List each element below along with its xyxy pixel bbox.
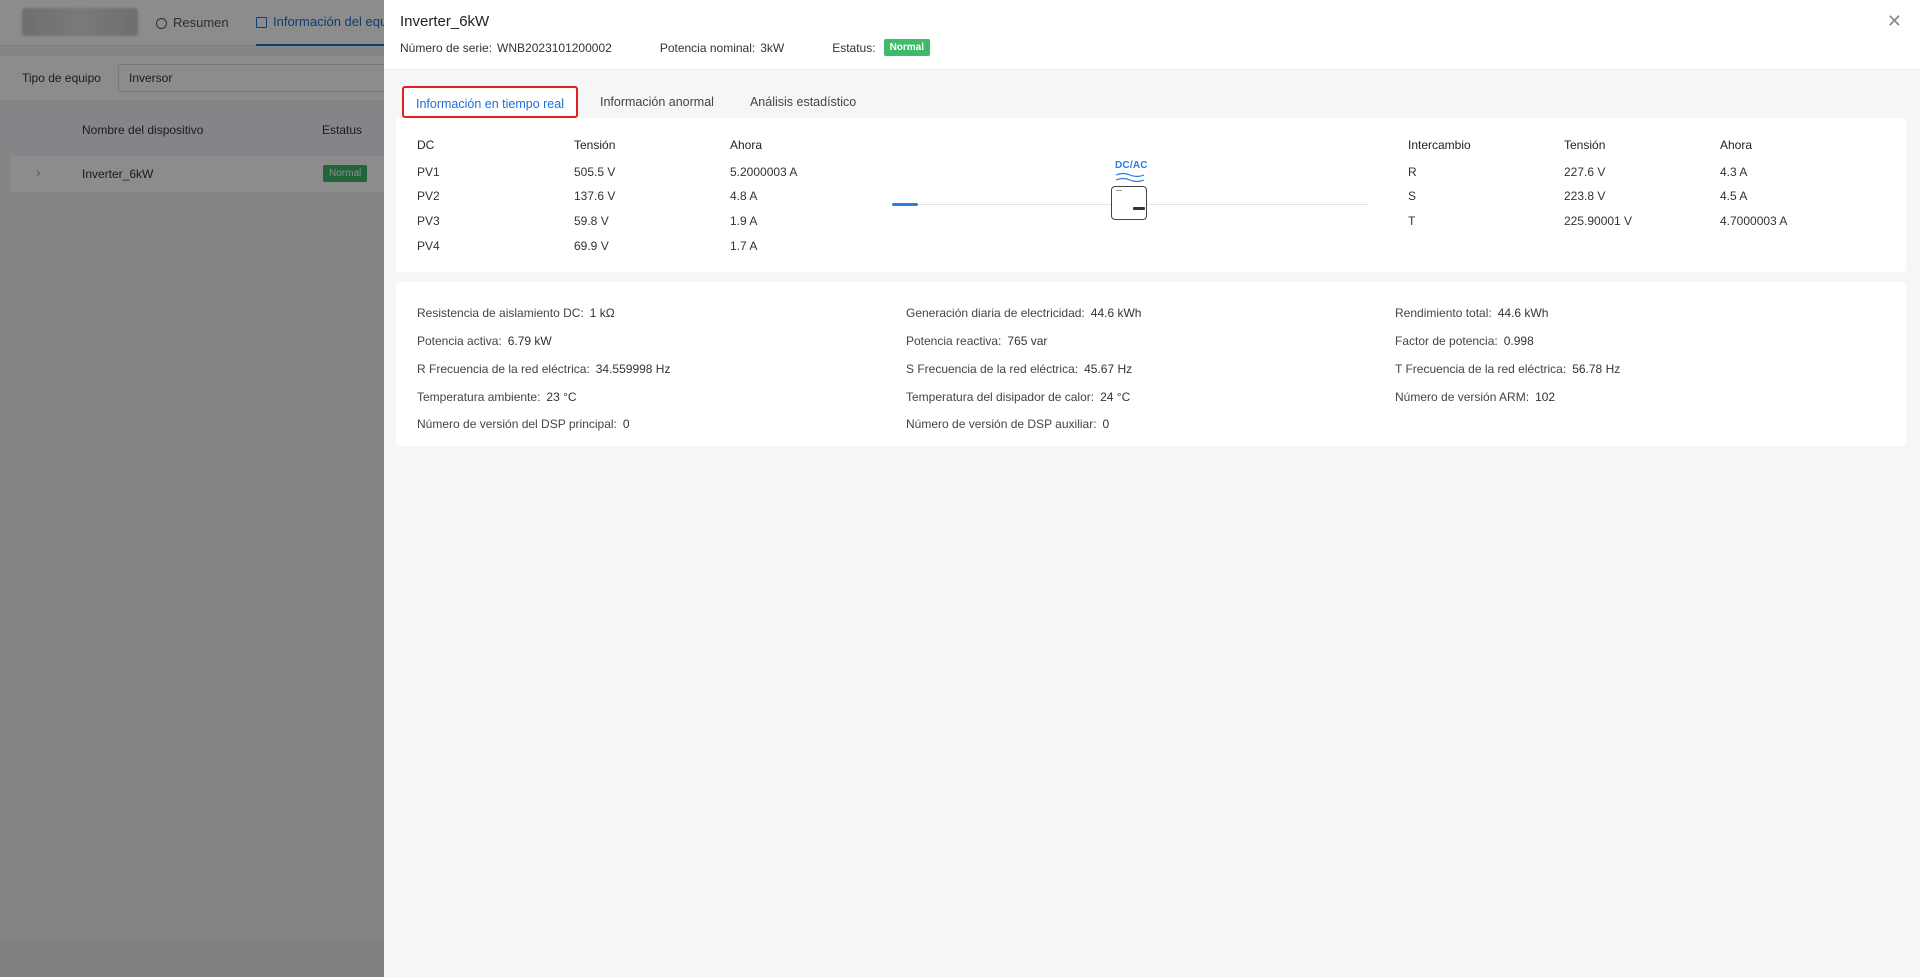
detail-value: 765 var (1007, 334, 1048, 348)
detail-value: 56.78 Hz (1572, 362, 1621, 376)
detail-value: 34.559998 Hz (595, 362, 671, 376)
detail-item: Rendimiento total: 44.6 kWh (1395, 306, 1548, 320)
nominal-power: Potencia nominal: 3kW (659, 40, 785, 55)
device-status: Estatus: Normal (832, 39, 931, 56)
detail-label: Número de versión ARM: (1395, 390, 1530, 404)
realtime-card: DC Tensión Ahora PV1 505.5 V 5.2000003 A… (396, 118, 1906, 272)
detail-item: S Frecuencia de la red eléctrica: 45.67 H… (906, 362, 1132, 376)
detail-label: Temperatura ambiente: (417, 390, 541, 404)
detail-item: Temperatura ambiente: 23 °C (417, 390, 577, 404)
pv-voltage: 505.5 V (574, 165, 616, 179)
wave-icon (1115, 172, 1145, 182)
detail-item: Número de versión de DSP auxiliar: 0 (906, 417, 1109, 431)
flow-indicator (892, 203, 918, 206)
detail-item: Potencia activa: 6.79 kW (417, 334, 552, 348)
detail-label: R Frecuencia de la red eléctrica: (417, 362, 590, 376)
dc-voltage-header: Tensión (574, 138, 616, 152)
phase-label: T (1408, 214, 1416, 228)
detail-value: 0.998 (1503, 334, 1534, 348)
pv-current: 4.8 A (730, 189, 758, 203)
pv-current: 1.9 A (730, 214, 758, 228)
detail-value: 6.79 kW (507, 334, 552, 348)
detail-value: 45.67 Hz (1084, 362, 1133, 376)
pv-voltage: 69.9 V (574, 239, 609, 253)
detail-item: Número de versión del DSP principal: 0 (417, 417, 630, 431)
tab-abnormal-info[interactable]: Información anormal (586, 86, 728, 118)
dc-current-header: Ahora (730, 138, 763, 152)
pv-current: 1.7 A (730, 239, 758, 253)
inverter-icon (1111, 186, 1147, 220)
detail-label: S Frecuencia de la red eléctrica: (906, 362, 1079, 376)
detail-item: Potencia reactiva: 765 var (906, 334, 1047, 348)
phase-voltage: 223.8 V (1564, 189, 1606, 203)
serial-number: Número de serie: WNB2023101200002 (400, 40, 612, 55)
dc-header: DC (417, 138, 435, 152)
detail-value: 23 °C (546, 390, 577, 404)
detail-label: Temperatura del disipador de calor: (906, 390, 1095, 404)
details-card: Resistencia de aislamiento DC: 1 kΩ Poten… (396, 282, 1906, 446)
pv-label: PV2 (417, 189, 440, 203)
detail-label: T Frecuencia de la red eléctrica: (1395, 362, 1567, 376)
detail-label: Número de versión del DSP principal: (417, 417, 617, 431)
phase-current: 4.5 A (1720, 189, 1748, 203)
phase-label: S (1408, 189, 1417, 203)
detail-value: 24 °C (1100, 390, 1131, 404)
phase-current: 4.7000003 A (1720, 214, 1788, 228)
phase-voltage: 227.6 V (1564, 165, 1606, 179)
detail-value: 102 (1535, 390, 1556, 404)
detail-label: Resistencia de aislamiento DC: (417, 306, 584, 320)
ac-header: Intercambio (1408, 138, 1471, 152)
detail-label: Factor de potencia: (1395, 334, 1498, 348)
ac-voltage-header: Tensión (1564, 138, 1606, 152)
tab-realtime-info[interactable]: Información en tiempo real (402, 86, 578, 118)
pv-label: PV1 (417, 165, 440, 179)
detail-item: Generación diaria de electricidad: 44.6 k… (906, 306, 1141, 320)
phase-label: R (1408, 165, 1417, 179)
detail-item: R Frecuencia de la red eléctrica: 34.5599… (417, 362, 670, 376)
detail-label: Generación diaria de electricidad: (906, 306, 1085, 320)
detail-label: Número de versión de DSP auxiliar: (906, 417, 1097, 431)
device-meta: Número de serie: WNB2023101200002 Potenc… (400, 39, 978, 56)
pv-label: PV3 (417, 214, 440, 228)
detail-label: Rendimiento total: (1395, 306, 1492, 320)
inverter-part (1133, 207, 1145, 210)
detail-item: Temperatura del disipador de calor: 24 °C (906, 390, 1130, 404)
pv-voltage: 137.6 V (574, 189, 616, 203)
drawer-title: Inverter_6kW (400, 13, 490, 30)
phase-voltage: 225.90001 V (1564, 214, 1633, 228)
ac-current-header: Ahora (1720, 138, 1753, 152)
detail-value: 0 (622, 417, 630, 431)
detail-item: Factor de potencia: 0.998 (1395, 334, 1534, 348)
detail-value: 44.6 kWh (1497, 306, 1549, 320)
device-detail-drawer: Inverter_6kW ✕ Número de serie: WNB20231… (384, 0, 1920, 977)
close-icon[interactable]: ✕ (1887, 12, 1902, 30)
phase-current: 4.3 A (1720, 165, 1748, 179)
detail-label: Potencia activa: (417, 334, 502, 348)
detail-item: Número de versión ARM: 102 (1395, 390, 1555, 404)
detail-label: Potencia reactiva: (906, 334, 1002, 348)
inverter-part (1116, 190, 1122, 191)
detail-value: 0 (1102, 417, 1110, 431)
dcac-label: DC/AC (1115, 160, 1148, 171)
detail-value: 1 kΩ (589, 306, 615, 320)
drawer-tabs: Información en tiempo real Información a… (400, 86, 878, 118)
pv-current: 5.2000003 A (730, 165, 798, 179)
pv-label: PV4 (417, 239, 440, 253)
detail-value: 44.6 kWh (1090, 306, 1142, 320)
pv-voltage: 59.8 V (574, 214, 609, 228)
detail-item: Resistencia de aislamiento DC: 1 kΩ (417, 306, 615, 320)
tab-statistical-analysis[interactable]: Análisis estadístico (736, 86, 870, 118)
drawer-header: Inverter_6kW ✕ Número de serie: WNB20231… (384, 0, 1920, 70)
detail-item: T Frecuencia de la red eléctrica: 56.78 H… (1395, 362, 1620, 376)
status-badge: Normal (883, 39, 931, 56)
